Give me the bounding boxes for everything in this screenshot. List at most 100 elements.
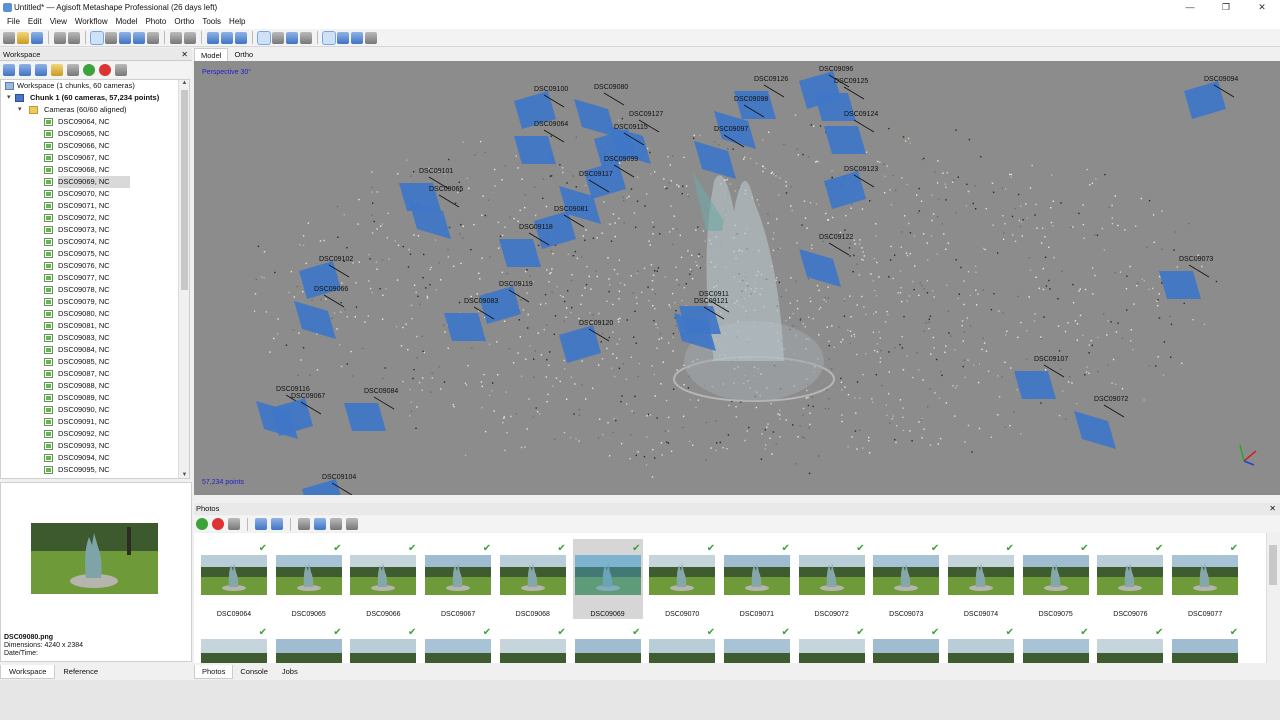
remove-cameras-icon[interactable]: [228, 518, 240, 530]
camera-plane[interactable]: DSC09104: [302, 474, 356, 495]
scroll-down-icon[interactable]: ▼: [179, 472, 190, 478]
camera-plane[interactable]: DSC09073: [1159, 256, 1213, 299]
photo-thumbnail[interactable]: ✔: [946, 623, 1016, 663]
photo-thumbnail[interactable]: ✔: [1021, 623, 1091, 663]
tiled-model-view-icon[interactable]: [300, 31, 312, 44]
photo-thumbnail[interactable]: ✔ DSC09076: [1095, 539, 1165, 619]
photo-thumbnail[interactable]: ✔: [573, 623, 643, 663]
workspace-scrollbar[interactable]: ▲ ▼: [178, 80, 189, 478]
photo-thumbnail[interactable]: ✔ DSC09070: [647, 539, 717, 619]
model-viewport[interactable]: DSC09096 DSC09126 DSC09080 DSC09100 DSC09125…: [194, 61, 1280, 495]
tree-camera-item[interactable]: DSC09070, NC: [1, 188, 189, 200]
zoom-out-icon[interactable]: [221, 31, 233, 44]
photo-thumbnail[interactable]: ✔ DSC09073: [871, 539, 941, 619]
scroll-up-icon[interactable]: ▲: [179, 80, 190, 86]
menu-view[interactable]: View: [46, 15, 71, 29]
new-document-icon[interactable]: [3, 31, 15, 44]
open-folder-icon[interactable]: [17, 31, 29, 44]
point-cloud-view-icon[interactable]: [257, 30, 271, 45]
move-object-icon[interactable]: [133, 31, 145, 44]
menu-workflow[interactable]: Workflow: [71, 15, 112, 29]
photo-thumbnail[interactable]: ✔ DSC09071: [722, 539, 792, 619]
camera-plane[interactable]: DSC09067: [271, 393, 325, 436]
photo-thumbnail[interactable]: ✔: [199, 623, 269, 663]
disable-icon[interactable]: [99, 64, 111, 76]
rotate-left-icon[interactable]: [255, 518, 267, 530]
scrollbar-thumb[interactable]: [1269, 545, 1277, 585]
tree-camera-item[interactable]: DSC09091, NC: [1, 416, 189, 428]
rectangle-selection-icon[interactable]: [105, 31, 117, 44]
tree-camera-item[interactable]: DSC09064, NC: [1, 116, 189, 128]
tree-camera-item[interactable]: DSC09071, NC: [1, 200, 189, 212]
photo-thumbnail[interactable]: ✔: [647, 623, 717, 663]
tree-camera-item[interactable]: DSC09072, NC: [1, 212, 189, 224]
rotate-right-icon[interactable]: [271, 518, 283, 530]
tree-camera-item[interactable]: DSC09078, NC: [1, 284, 189, 296]
photo-thumbnail[interactable]: ✔ DSC09066: [348, 539, 418, 619]
photo-thumbnail[interactable]: ✔: [348, 623, 418, 663]
tree-camera-item[interactable]: DSC09066, NC: [1, 140, 189, 152]
tab-ortho[interactable]: Ortho: [228, 48, 259, 61]
photo-thumbnail[interactable]: ✔ DSC09064: [199, 539, 269, 619]
minimize-button[interactable]: —: [1172, 0, 1208, 15]
view-mode-icon[interactable]: [346, 518, 358, 530]
tree-camera-item[interactable]: DSC09094, NC: [1, 452, 189, 464]
tree-camera-item[interactable]: DSC09088, NC: [1, 380, 189, 392]
tree-camera-item[interactable]: DSC09090, NC: [1, 404, 189, 416]
camera-plane[interactable]: DSC09122: [799, 234, 853, 287]
add-folder-icon[interactable]: [35, 64, 47, 76]
menu-tools[interactable]: Tools: [198, 15, 225, 29]
add-markers-icon[interactable]: [51, 64, 63, 76]
filter-by-point-icon[interactable]: [314, 518, 326, 530]
menu-ortho[interactable]: Ortho: [170, 15, 198, 29]
tree-root[interactable]: Workspace (1 chunks, 60 cameras): [1, 80, 189, 92]
collapse-arrow-icon[interactable]: ▾: [18, 104, 22, 116]
tree-chunk[interactable]: ▾ Chunk 1 (60 cameras, 57,234 points): [1, 92, 189, 104]
photo-thumbnail[interactable]: ✔: [797, 623, 867, 663]
scrollbar-thumb[interactable]: [181, 90, 188, 290]
camera-plane[interactable]: DSC09120: [559, 320, 613, 363]
show-trackball-icon[interactable]: [365, 31, 377, 44]
tab-workspace[interactable]: Workspace: [0, 665, 56, 679]
menu-photo[interactable]: Photo: [141, 15, 170, 29]
photo-thumbnail[interactable]: ✔: [1095, 623, 1165, 663]
tree-camera-item[interactable]: DSC09081, NC: [1, 320, 189, 332]
tree-cameras-folder[interactable]: ▾ Cameras (60/60 aligned): [1, 104, 189, 116]
delete-selection-icon[interactable]: [170, 31, 182, 44]
photo-thumbnail[interactable]: ✔: [498, 623, 568, 663]
show-markers-icon[interactable]: [337, 31, 349, 44]
tree-camera-item[interactable]: DSC09093, NC: [1, 440, 189, 452]
tree-camera-item[interactable]: DSC09080, NC: [1, 308, 189, 320]
menu-help[interactable]: Help: [225, 15, 249, 29]
photo-thumbnail[interactable]: ✔: [274, 623, 344, 663]
ruler-icon[interactable]: [147, 31, 159, 44]
tab-model[interactable]: Model: [194, 48, 229, 61]
photo-thumbnail[interactable]: ✔ DSC09069: [572, 539, 643, 619]
tree-camera-item[interactable]: DSC09065, NC: [1, 128, 189, 140]
photo-thumbnail[interactable]: ✔: [871, 623, 941, 663]
remove-items-icon[interactable]: [67, 64, 79, 76]
photo-thumbnail[interactable]: ✔: [423, 623, 493, 663]
navigation-cursor-icon[interactable]: [90, 30, 104, 45]
rotate-object-icon[interactable]: [119, 31, 131, 44]
tree-camera-item[interactable]: DSC09069, NC: [1, 176, 189, 188]
menu-model[interactable]: Model: [112, 15, 142, 29]
zoom-in-icon[interactable]: [207, 31, 219, 44]
filter-by-selection-icon[interactable]: [298, 518, 310, 530]
show-region-icon[interactable]: [351, 31, 363, 44]
disable-cameras-icon[interactable]: [212, 518, 224, 530]
tree-camera-item[interactable]: DSC09068, NC: [1, 164, 189, 176]
tree-camera-item[interactable]: DSC09077, NC: [1, 272, 189, 284]
camera-plane[interactable]: DSC09084: [344, 388, 398, 431]
maximize-button[interactable]: ❐: [1208, 0, 1244, 15]
add-photos-icon[interactable]: [19, 64, 31, 76]
show-cameras-icon[interactable]: [322, 30, 336, 45]
tab-photos[interactable]: Photos: [194, 665, 234, 679]
crop-selection-icon[interactable]: [184, 31, 196, 44]
close-panel-icon[interactable]: ✕: [181, 48, 188, 61]
tree-camera-item[interactable]: DSC09095, NC: [1, 464, 189, 476]
tree-camera-item[interactable]: DSC09067, NC: [1, 152, 189, 164]
enable-cameras-icon[interactable]: [196, 518, 208, 530]
camera-plane[interactable]: DSC09094: [1184, 76, 1238, 119]
tab-reference[interactable]: Reference: [55, 665, 106, 679]
